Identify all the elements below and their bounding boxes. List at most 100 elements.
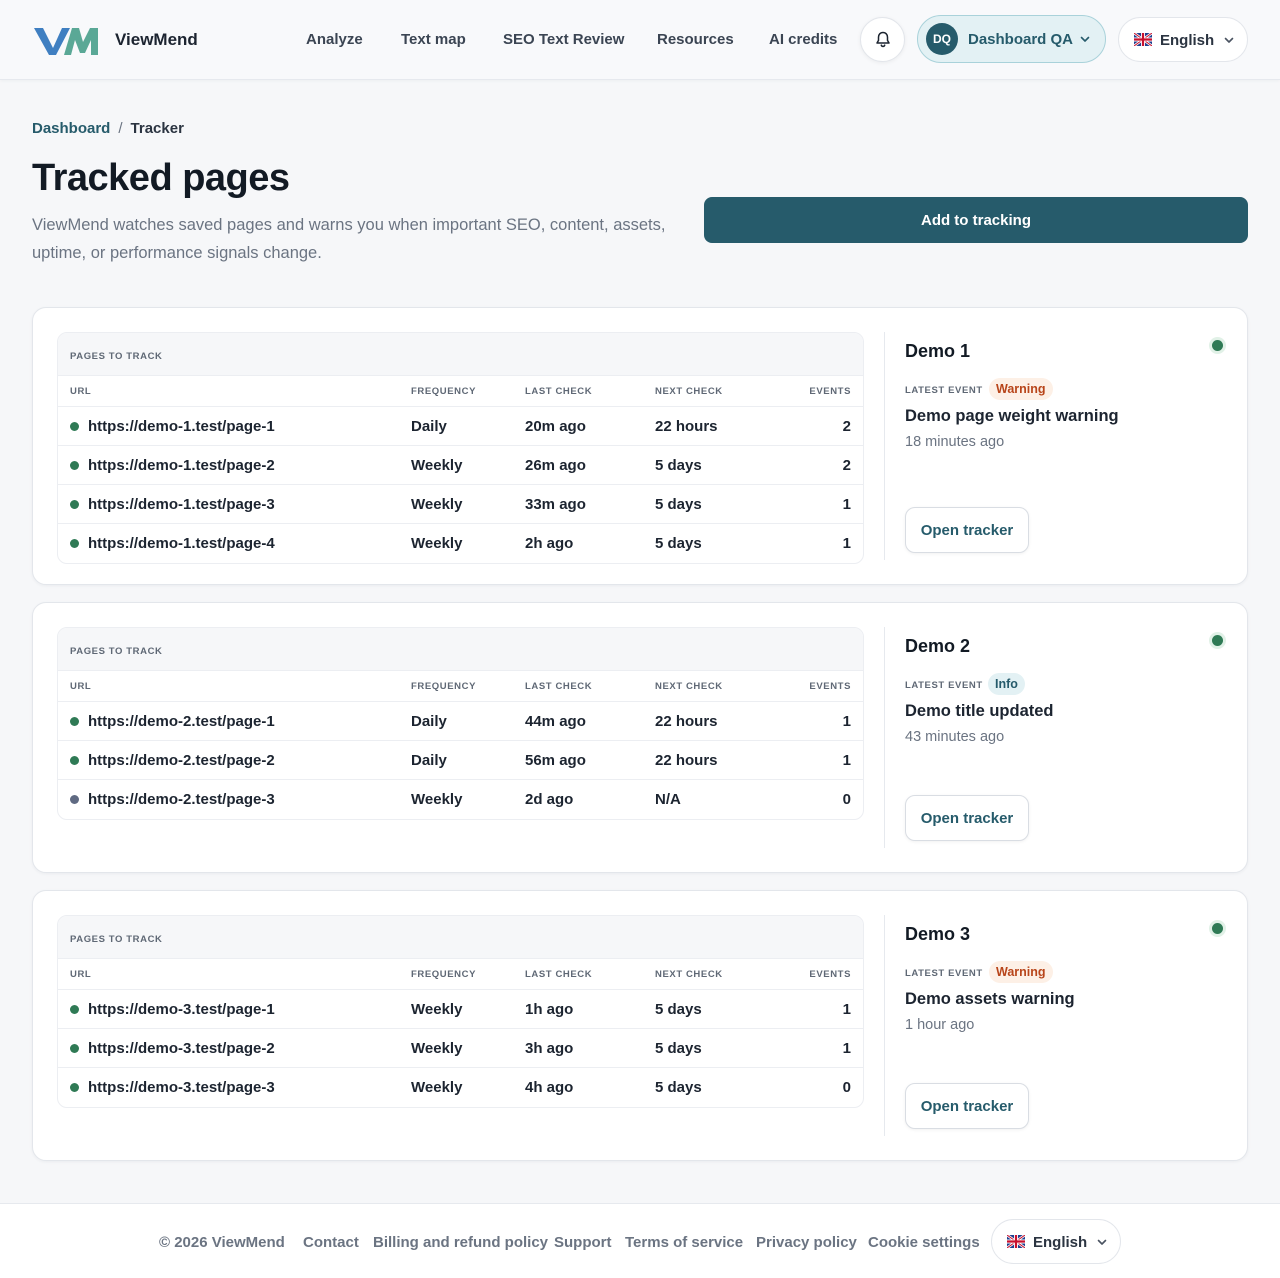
page-next-check: 5 days <box>655 496 702 513</box>
page-events-count: 0 <box>842 1079 851 1096</box>
table-row[interactable]: https://demo-2.test/page-2 Daily 56m ago 22… <box>58 741 863 780</box>
page-next-check: 5 days <box>655 1001 702 1018</box>
uk-flag-icon <box>1134 33 1152 46</box>
status-dot-icon <box>70 500 79 509</box>
page-next-check: N/A <box>655 791 681 808</box>
latest-event-time: 18 minutes ago <box>905 434 1005 450</box>
open-tracker-button[interactable]: Open tracker <box>905 1083 1029 1129</box>
page-frequency: Weekly <box>411 1079 463 1096</box>
viewmend-logo-icon[interactable] <box>34 26 100 56</box>
page-last-check: 44m ago <box>525 713 586 730</box>
column-url: URL <box>70 969 92 980</box>
page-last-check: 20m ago <box>525 418 586 435</box>
page-next-check: 5 days <box>655 535 702 552</box>
page-last-check: 2d ago <box>525 791 574 808</box>
page-url[interactable]: https://demo-1.test/page-2 <box>88 457 275 474</box>
top-header: ViewMend Analyze Text map SEO Text Revie… <box>0 0 1280 80</box>
page-next-check: 22 hours <box>655 752 718 769</box>
table-row[interactable]: https://demo-2.test/page-3 Weekly 2d ago N/… <box>58 780 863 819</box>
page-url[interactable]: https://demo-1.test/page-1 <box>88 418 275 435</box>
footer-link-terms[interactable]: Terms of service <box>625 1234 743 1251</box>
nav-resources[interactable]: Resources <box>657 31 734 48</box>
footer-language-selector[interactable]: English <box>991 1219 1121 1264</box>
event-severity-badge: Warning <box>989 378 1053 400</box>
nav-ai-credits[interactable]: AI credits <box>769 31 837 48</box>
language-selector[interactable]: English <box>1118 17 1248 62</box>
column-events: EVENTS <box>809 386 851 397</box>
column-next-check: NEXT CHECK <box>655 969 723 980</box>
breadcrumb: Dashboard / Tracker <box>32 120 184 137</box>
latest-event-title: Demo page weight warning <box>905 407 1119 425</box>
column-last-check: LAST CHECK <box>525 386 593 397</box>
footer-link-support[interactable]: Support <box>554 1234 612 1251</box>
table-row[interactable]: https://demo-1.test/page-3 Weekly 33m ago 5… <box>58 485 863 524</box>
tracker-name[interactable]: Demo 2 <box>905 636 970 657</box>
notifications-button[interactable] <box>860 17 905 62</box>
brand-name[interactable]: ViewMend <box>115 30 198 50</box>
column-last-check: LAST CHECK <box>525 681 593 692</box>
table-column-headers: URL FREQUENCY LAST CHECK NEXT CHECK EVENTS <box>58 376 863 407</box>
page-frequency: Daily <box>411 752 447 769</box>
column-events: EVENTS <box>809 681 851 692</box>
card-divider <box>884 332 885 560</box>
page-url[interactable]: https://demo-2.test/page-1 <box>88 713 275 730</box>
add-to-tracking-button[interactable]: Add to tracking <box>704 197 1248 243</box>
table-row[interactable]: https://demo-3.test/page-1 Weekly 1h ago 5 … <box>58 990 863 1029</box>
column-frequency: FREQUENCY <box>411 969 477 980</box>
table-row[interactable]: https://demo-3.test/page-3 Weekly 4h ago 5 … <box>58 1068 863 1107</box>
tracker-card: PAGES TO TRACK URL FREQUENCY LAST CHECK NEXT… <box>32 890 1248 1161</box>
language-label: English <box>1033 1234 1088 1251</box>
footer-link-privacy[interactable]: Privacy policy <box>756 1234 857 1251</box>
footer-link-cookie-settings[interactable]: Cookie settings <box>868 1234 980 1251</box>
nav-analyze[interactable]: Analyze <box>306 31 363 48</box>
tracker-card: PAGES TO TRACK URL FREQUENCY LAST CHECK NEXT… <box>32 307 1248 585</box>
page-url[interactable]: https://demo-2.test/page-3 <box>88 791 275 808</box>
table-row[interactable]: https://demo-1.test/page-1 Daily 20m ago 22… <box>58 407 863 446</box>
account-menu-button[interactable]: DQ Dashboard QA <box>917 15 1106 63</box>
page-last-check: 2h ago <box>525 535 574 552</box>
table-row[interactable]: https://demo-1.test/page-4 Weekly 2h ago 5 … <box>58 524 863 563</box>
page-url[interactable]: https://demo-3.test/page-2 <box>88 1040 275 1057</box>
pages-section-label: PAGES TO TRACK <box>70 646 163 657</box>
page-url[interactable]: https://demo-3.test/page-1 <box>88 1001 275 1018</box>
open-tracker-button[interactable]: Open tracker <box>905 795 1029 841</box>
footer-link-contact[interactable]: Contact <box>303 1234 359 1251</box>
chevron-down-icon <box>1080 36 1090 42</box>
page-url[interactable]: https://demo-3.test/page-3 <box>88 1079 275 1096</box>
chevron-down-icon <box>1224 37 1234 43</box>
open-tracker-button[interactable]: Open tracker <box>905 507 1029 553</box>
nav-text-map[interactable]: Text map <box>401 31 466 48</box>
status-dot-icon <box>70 539 79 548</box>
language-label: English <box>1160 32 1215 49</box>
page-frequency: Daily <box>411 418 447 435</box>
page-next-check: 5 days <box>655 1079 702 1096</box>
page-url[interactable]: https://demo-1.test/page-4 <box>88 535 275 552</box>
table-row[interactable]: https://demo-1.test/page-2 Weekly 26m ago 5… <box>58 446 863 485</box>
page-events-count: 1 <box>842 1040 851 1057</box>
table-column-headers: URL FREQUENCY LAST CHECK NEXT CHECK EVENTS <box>58 671 863 702</box>
page-last-check: 56m ago <box>525 752 586 769</box>
page-url[interactable]: https://demo-2.test/page-2 <box>88 752 275 769</box>
status-dot-icon <box>70 756 79 765</box>
table-row[interactable]: https://demo-2.test/page-1 Daily 44m ago 22… <box>58 702 863 741</box>
page-events-count: 1 <box>842 1001 851 1018</box>
tracker-status-icon <box>1212 340 1223 351</box>
page-last-check: 26m ago <box>525 457 586 474</box>
account-name: Dashboard QA <box>968 31 1074 48</box>
page-last-check: 3h ago <box>525 1040 574 1057</box>
avatar: DQ <box>926 23 958 55</box>
tracker-name[interactable]: Demo 3 <box>905 924 970 945</box>
table-row[interactable]: https://demo-3.test/page-2 Weekly 3h ago 5 … <box>58 1029 863 1068</box>
pages-table: PAGES TO TRACK URL FREQUENCY LAST CHECK NEXT… <box>57 332 864 564</box>
page-url[interactable]: https://demo-1.test/page-3 <box>88 496 275 513</box>
tracker-name[interactable]: Demo 1 <box>905 341 970 362</box>
status-dot-icon <box>70 717 79 726</box>
page-events-count: 1 <box>842 713 851 730</box>
breadcrumb-dashboard-link[interactable]: Dashboard <box>32 120 110 137</box>
footer-link-billing[interactable]: Billing and refund policy <box>373 1234 548 1251</box>
page-frequency: Weekly <box>411 457 463 474</box>
column-next-check: NEXT CHECK <box>655 386 723 397</box>
page-next-check: 5 days <box>655 457 702 474</box>
nav-seo-text-review[interactable]: SEO Text Review <box>503 31 624 48</box>
page-events-count: 2 <box>842 418 851 435</box>
